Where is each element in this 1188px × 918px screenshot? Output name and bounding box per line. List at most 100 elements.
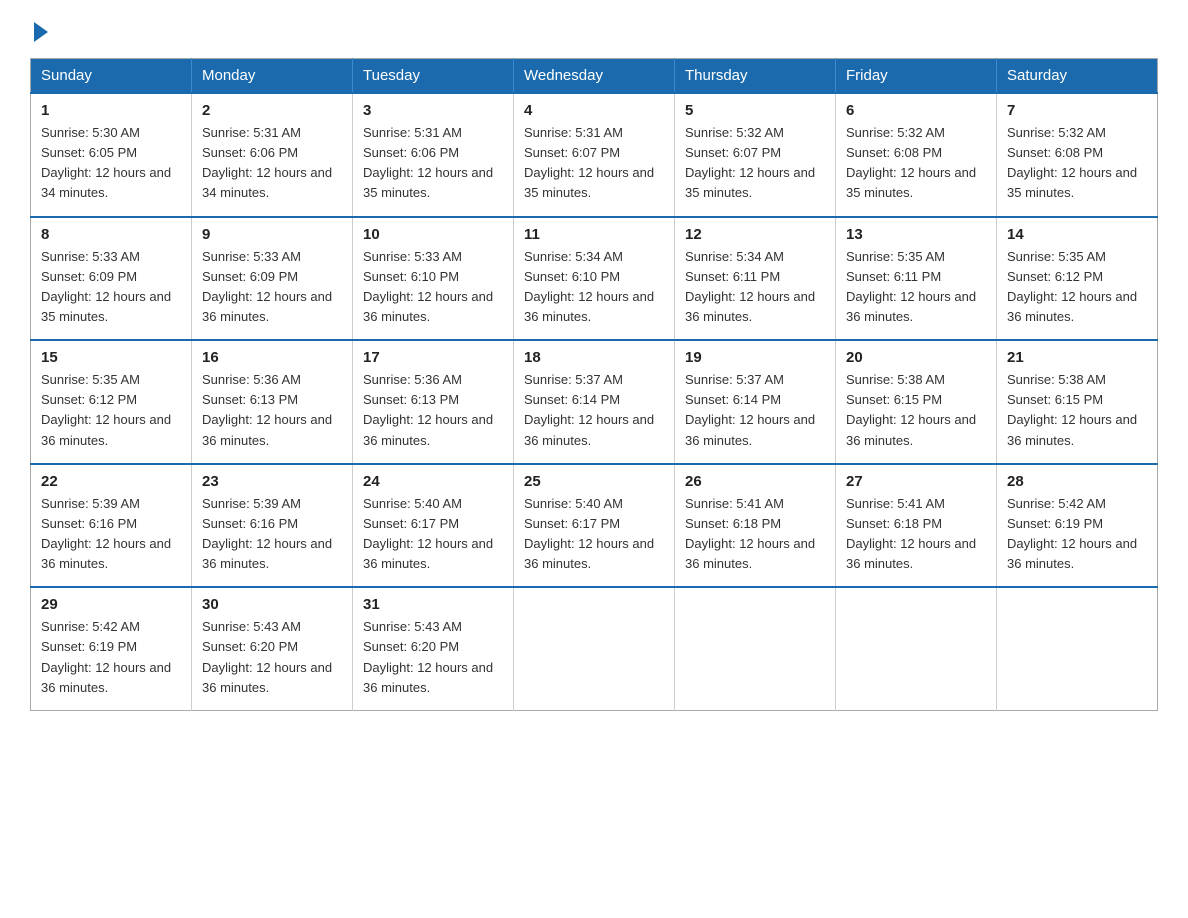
calendar-cell: 19 Sunrise: 5:37 AM Sunset: 6:14 PM Dayl… <box>675 340 836 464</box>
calendar-cell: 25 Sunrise: 5:40 AM Sunset: 6:17 PM Dayl… <box>514 464 675 588</box>
calendar-cell: 30 Sunrise: 5:43 AM Sunset: 6:20 PM Dayl… <box>192 587 353 710</box>
calendar-header-saturday: Saturday <box>997 59 1158 94</box>
day-number: 9 <box>202 226 342 243</box>
calendar-cell: 31 Sunrise: 5:43 AM Sunset: 6:20 PM Dayl… <box>353 587 514 710</box>
calendar-week-row: 8 Sunrise: 5:33 AM Sunset: 6:09 PM Dayli… <box>31 217 1158 341</box>
day-info: Sunrise: 5:36 AM Sunset: 6:13 PM Dayligh… <box>202 370 342 451</box>
day-info: Sunrise: 5:43 AM Sunset: 6:20 PM Dayligh… <box>202 617 342 698</box>
calendar-cell: 9 Sunrise: 5:33 AM Sunset: 6:09 PM Dayli… <box>192 217 353 341</box>
page-header <box>30 20 1158 38</box>
day-number: 31 <box>363 596 503 613</box>
calendar-cell: 6 Sunrise: 5:32 AM Sunset: 6:08 PM Dayli… <box>836 93 997 217</box>
calendar-week-row: 1 Sunrise: 5:30 AM Sunset: 6:05 PM Dayli… <box>31 93 1158 217</box>
day-number: 10 <box>363 226 503 243</box>
calendar-header-friday: Friday <box>836 59 997 94</box>
day-info: Sunrise: 5:42 AM Sunset: 6:19 PM Dayligh… <box>41 617 181 698</box>
day-number: 11 <box>524 226 664 243</box>
day-info: Sunrise: 5:41 AM Sunset: 6:18 PM Dayligh… <box>846 494 986 575</box>
day-number: 28 <box>1007 473 1147 490</box>
day-number: 8 <box>41 226 181 243</box>
day-number: 21 <box>1007 349 1147 366</box>
day-info: Sunrise: 5:30 AM Sunset: 6:05 PM Dayligh… <box>41 123 181 204</box>
day-info: Sunrise: 5:33 AM Sunset: 6:09 PM Dayligh… <box>202 247 342 328</box>
calendar-cell: 15 Sunrise: 5:35 AM Sunset: 6:12 PM Dayl… <box>31 340 192 464</box>
day-info: Sunrise: 5:37 AM Sunset: 6:14 PM Dayligh… <box>685 370 825 451</box>
calendar-cell: 22 Sunrise: 5:39 AM Sunset: 6:16 PM Dayl… <box>31 464 192 588</box>
calendar-cell: 11 Sunrise: 5:34 AM Sunset: 6:10 PM Dayl… <box>514 217 675 341</box>
calendar-header-sunday: Sunday <box>31 59 192 94</box>
day-number: 19 <box>685 349 825 366</box>
day-number: 16 <box>202 349 342 366</box>
calendar-cell: 16 Sunrise: 5:36 AM Sunset: 6:13 PM Dayl… <box>192 340 353 464</box>
day-info: Sunrise: 5:32 AM Sunset: 6:08 PM Dayligh… <box>1007 123 1147 204</box>
day-number: 2 <box>202 102 342 119</box>
day-number: 27 <box>846 473 986 490</box>
day-info: Sunrise: 5:39 AM Sunset: 6:16 PM Dayligh… <box>41 494 181 575</box>
calendar-cell: 14 Sunrise: 5:35 AM Sunset: 6:12 PM Dayl… <box>997 217 1158 341</box>
calendar-header-thursday: Thursday <box>675 59 836 94</box>
calendar-cell: 2 Sunrise: 5:31 AM Sunset: 6:06 PM Dayli… <box>192 93 353 217</box>
day-number: 15 <box>41 349 181 366</box>
day-number: 24 <box>363 473 503 490</box>
calendar-cell: 24 Sunrise: 5:40 AM Sunset: 6:17 PM Dayl… <box>353 464 514 588</box>
day-number: 20 <box>846 349 986 366</box>
day-info: Sunrise: 5:35 AM Sunset: 6:11 PM Dayligh… <box>846 247 986 328</box>
day-number: 26 <box>685 473 825 490</box>
day-info: Sunrise: 5:31 AM Sunset: 6:06 PM Dayligh… <box>363 123 503 204</box>
day-info: Sunrise: 5:38 AM Sunset: 6:15 PM Dayligh… <box>1007 370 1147 451</box>
day-number: 18 <box>524 349 664 366</box>
calendar-cell: 23 Sunrise: 5:39 AM Sunset: 6:16 PM Dayl… <box>192 464 353 588</box>
logo <box>30 20 48 38</box>
calendar-cell <box>836 587 997 710</box>
calendar-cell: 21 Sunrise: 5:38 AM Sunset: 6:15 PM Dayl… <box>997 340 1158 464</box>
calendar-cell: 12 Sunrise: 5:34 AM Sunset: 6:11 PM Dayl… <box>675 217 836 341</box>
calendar-cell: 8 Sunrise: 5:33 AM Sunset: 6:09 PM Dayli… <box>31 217 192 341</box>
calendar-cell: 4 Sunrise: 5:31 AM Sunset: 6:07 PM Dayli… <box>514 93 675 217</box>
calendar-cell: 5 Sunrise: 5:32 AM Sunset: 6:07 PM Dayli… <box>675 93 836 217</box>
day-info: Sunrise: 5:35 AM Sunset: 6:12 PM Dayligh… <box>1007 247 1147 328</box>
day-info: Sunrise: 5:32 AM Sunset: 6:07 PM Dayligh… <box>685 123 825 204</box>
day-info: Sunrise: 5:33 AM Sunset: 6:10 PM Dayligh… <box>363 247 503 328</box>
calendar-header-tuesday: Tuesday <box>353 59 514 94</box>
day-info: Sunrise: 5:42 AM Sunset: 6:19 PM Dayligh… <box>1007 494 1147 575</box>
calendar-cell: 26 Sunrise: 5:41 AM Sunset: 6:18 PM Dayl… <box>675 464 836 588</box>
calendar-header-monday: Monday <box>192 59 353 94</box>
day-info: Sunrise: 5:41 AM Sunset: 6:18 PM Dayligh… <box>685 494 825 575</box>
calendar-table: SundayMondayTuesdayWednesdayThursdayFrid… <box>30 58 1158 711</box>
calendar-cell: 27 Sunrise: 5:41 AM Sunset: 6:18 PM Dayl… <box>836 464 997 588</box>
calendar-cell: 1 Sunrise: 5:30 AM Sunset: 6:05 PM Dayli… <box>31 93 192 217</box>
day-number: 30 <box>202 596 342 613</box>
calendar-cell <box>514 587 675 710</box>
calendar-cell: 13 Sunrise: 5:35 AM Sunset: 6:11 PM Dayl… <box>836 217 997 341</box>
calendar-cell: 7 Sunrise: 5:32 AM Sunset: 6:08 PM Dayli… <box>997 93 1158 217</box>
day-info: Sunrise: 5:40 AM Sunset: 6:17 PM Dayligh… <box>524 494 664 575</box>
day-info: Sunrise: 5:31 AM Sunset: 6:07 PM Dayligh… <box>524 123 664 204</box>
day-number: 4 <box>524 102 664 119</box>
day-info: Sunrise: 5:35 AM Sunset: 6:12 PM Dayligh… <box>41 370 181 451</box>
day-info: Sunrise: 5:37 AM Sunset: 6:14 PM Dayligh… <box>524 370 664 451</box>
calendar-cell <box>997 587 1158 710</box>
calendar-week-row: 29 Sunrise: 5:42 AM Sunset: 6:19 PM Dayl… <box>31 587 1158 710</box>
day-info: Sunrise: 5:39 AM Sunset: 6:16 PM Dayligh… <box>202 494 342 575</box>
calendar-header-wednesday: Wednesday <box>514 59 675 94</box>
logo-arrow-icon <box>34 22 48 42</box>
day-number: 23 <box>202 473 342 490</box>
calendar-cell: 17 Sunrise: 5:36 AM Sunset: 6:13 PM Dayl… <box>353 340 514 464</box>
day-info: Sunrise: 5:40 AM Sunset: 6:17 PM Dayligh… <box>363 494 503 575</box>
calendar-header-row: SundayMondayTuesdayWednesdayThursdayFrid… <box>31 59 1158 94</box>
day-info: Sunrise: 5:33 AM Sunset: 6:09 PM Dayligh… <box>41 247 181 328</box>
day-number: 17 <box>363 349 503 366</box>
calendar-cell <box>675 587 836 710</box>
calendar-cell: 18 Sunrise: 5:37 AM Sunset: 6:14 PM Dayl… <box>514 340 675 464</box>
day-info: Sunrise: 5:43 AM Sunset: 6:20 PM Dayligh… <box>363 617 503 698</box>
day-number: 6 <box>846 102 986 119</box>
calendar-cell: 20 Sunrise: 5:38 AM Sunset: 6:15 PM Dayl… <box>836 340 997 464</box>
day-info: Sunrise: 5:32 AM Sunset: 6:08 PM Dayligh… <box>846 123 986 204</box>
calendar-cell: 28 Sunrise: 5:42 AM Sunset: 6:19 PM Dayl… <box>997 464 1158 588</box>
day-number: 14 <box>1007 226 1147 243</box>
day-info: Sunrise: 5:36 AM Sunset: 6:13 PM Dayligh… <box>363 370 503 451</box>
day-number: 3 <box>363 102 503 119</box>
calendar-week-row: 15 Sunrise: 5:35 AM Sunset: 6:12 PM Dayl… <box>31 340 1158 464</box>
day-number: 13 <box>846 226 986 243</box>
day-info: Sunrise: 5:38 AM Sunset: 6:15 PM Dayligh… <box>846 370 986 451</box>
